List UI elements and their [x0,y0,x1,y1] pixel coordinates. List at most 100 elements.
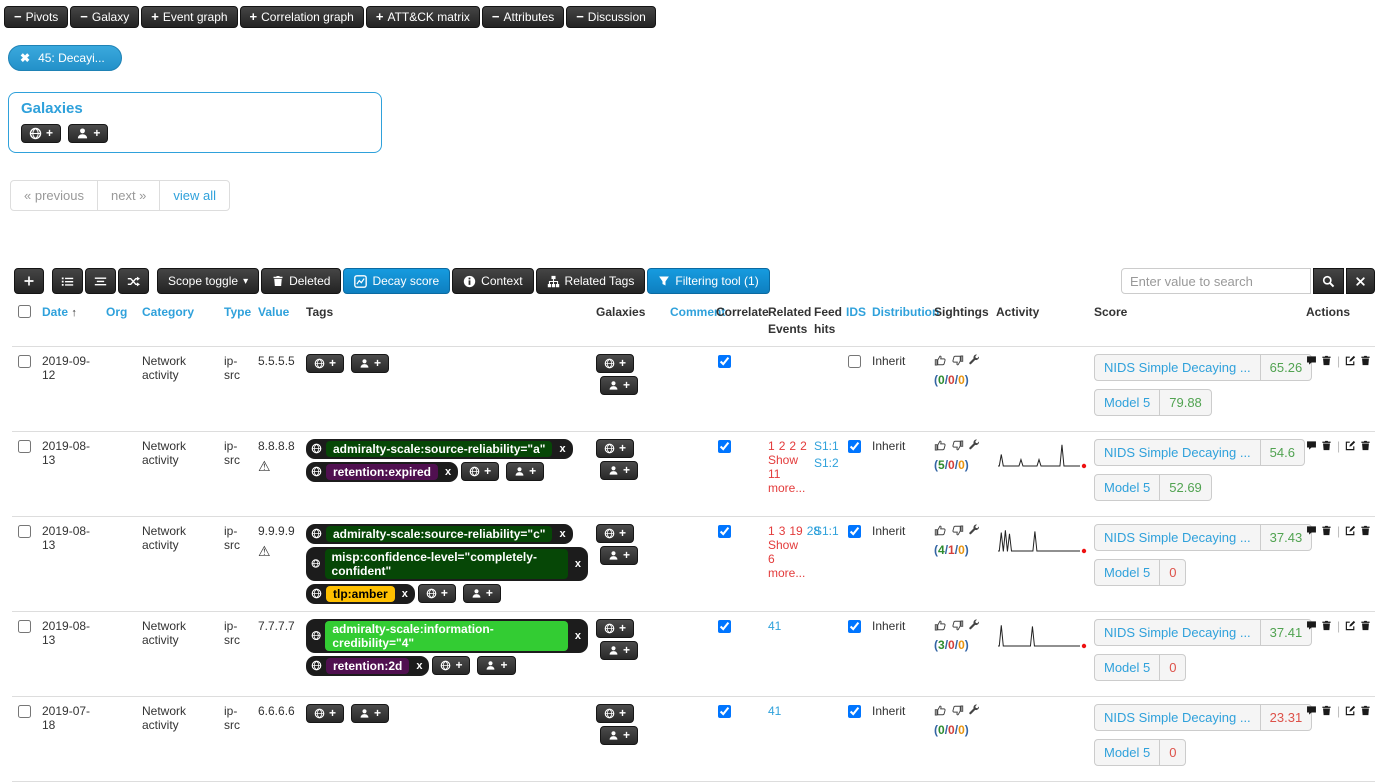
thumbs-up-icon[interactable] [934,439,947,452]
correlate-checkbox[interactable] [718,705,731,718]
feed-hit-link[interactable]: S1:2 [814,456,838,470]
related-event-link[interactable]: 1 [768,524,775,538]
delete-icon[interactable] [1360,354,1371,367]
edit-icon[interactable] [1345,619,1356,632]
add-local-tag-button[interactable]: + [351,354,389,373]
column-header-value[interactable]: Value [254,297,302,346]
related-event-link[interactable]: 41 [768,619,781,633]
previous-page-button[interactable]: « previous [10,180,98,211]
add-tag-button[interactable]: + [306,354,344,373]
tab-event-graph[interactable]: +Event graph [141,6,237,28]
add-tag-button[interactable]: + [461,462,499,481]
column-header-date[interactable]: Date ↑ [38,297,102,346]
clear-search-button[interactable] [1346,268,1375,294]
remove-tag-button[interactable]: x [413,660,425,672]
add-sighting-trash-icon[interactable] [1321,524,1332,537]
column-header-ids[interactable]: IDS [842,297,868,346]
row-select-checkbox[interactable] [18,620,31,633]
add-galaxy-button[interactable]: + [596,439,634,458]
related-event-link[interactable]: 41 [768,704,781,718]
tag-pill[interactable]: tlp:amberx [306,584,415,604]
related-event-link[interactable]: 2 [779,439,786,453]
comment-icon[interactable] [1306,524,1317,537]
thumbs-up-icon[interactable] [934,524,947,537]
add-galaxy-button[interactable]: + [596,354,634,373]
row-select-checkbox[interactable] [18,705,31,718]
add-local-tag-button[interactable]: + [477,656,515,675]
deleted-button[interactable]: Deleted [261,268,341,294]
related-event-link[interactable]: 3 [779,524,786,538]
edit-icon[interactable] [1345,524,1356,537]
related-event-link[interactable]: 2 [800,439,807,453]
column-header-category[interactable]: Category [138,297,220,346]
feed-hit-link[interactable]: S1:1 [814,439,838,453]
related-event-link[interactable]: 2 [789,439,796,453]
related-event-link[interactable]: 19 [789,524,802,538]
tab-pivots[interactable]: −Pivots [4,6,68,28]
shuffle-view-button[interactable] [118,268,149,294]
thumbs-down-icon[interactable] [951,524,964,537]
row-select-checkbox[interactable] [18,440,31,453]
wrench-icon[interactable] [968,439,980,451]
wrench-icon[interactable] [968,354,980,366]
add-galaxy-button[interactable]: + [21,124,61,143]
add-galaxy-button[interactable]: + [596,524,634,543]
tab-galaxy[interactable]: −Galaxy [70,6,139,28]
column-header-type[interactable]: Type [220,297,254,346]
wrench-icon[interactable] [968,619,980,631]
remove-tag-button[interactable]: x [442,466,454,478]
column-header-org[interactable]: Org [102,297,138,346]
add-sighting-trash-icon[interactable] [1321,619,1332,632]
tag-pill[interactable]: retention:expiredx [306,462,458,482]
edit-icon[interactable] [1345,704,1356,717]
remove-tag-button[interactable]: x [556,443,568,455]
thumbs-up-icon[interactable] [934,619,947,632]
ids-checkbox[interactable] [848,620,861,633]
add-local-galaxy-button[interactable]: + [68,124,108,143]
delete-icon[interactable] [1360,619,1371,632]
add-sighting-trash-icon[interactable] [1321,439,1332,452]
comment-icon[interactable] [1306,439,1317,452]
tab-att-ck-matrix[interactable]: +ATT&CK matrix [366,6,480,28]
add-local-galaxy-button[interactable]: + [600,461,638,480]
list-view-button[interactable] [52,268,83,294]
add-local-tag-button[interactable]: + [351,704,389,723]
show-more-link[interactable]: Show 6 more... [768,538,806,580]
add-local-tag-button[interactable]: + [463,584,501,603]
edit-icon[interactable] [1345,439,1356,452]
decay-score-button[interactable]: Decay score [343,268,450,294]
remove-tag-button[interactable]: x [556,528,568,540]
add-local-tag-button[interactable]: + [506,462,544,481]
delete-icon[interactable] [1360,524,1371,537]
ids-checkbox[interactable] [848,525,861,538]
tag-pill[interactable]: admiralty-scale:source-reliability="a"x [306,439,573,459]
correlate-checkbox[interactable] [718,525,731,538]
tab-discussion[interactable]: −Discussion [566,6,656,28]
pivot-pill[interactable]: ✖ 45: Decayi... [8,45,122,71]
tag-pill[interactable]: misp:confidence-level="completely-confid… [306,547,588,581]
remove-tag-button[interactable]: x [572,558,584,570]
wrench-icon[interactable] [968,704,980,716]
add-galaxy-button[interactable]: + [596,704,634,723]
add-local-galaxy-button[interactable]: + [600,376,638,395]
thumbs-down-icon[interactable] [951,619,964,632]
next-page-button[interactable]: next » [97,180,160,211]
column-header-comment[interactable]: Comment [666,297,712,346]
comment-icon[interactable] [1306,704,1317,717]
ids-checkbox[interactable] [848,705,861,718]
thumbs-up-icon[interactable] [934,704,947,717]
tag-pill[interactable]: admiralty-scale:source-reliability="c"x [306,524,573,544]
tag-pill[interactable]: admiralty-scale:information-credibility=… [306,619,588,653]
row-select-checkbox[interactable] [18,525,31,538]
condensed-view-button[interactable] [85,268,116,294]
tag-pill[interactable]: retention:2dx [306,656,429,676]
close-icon[interactable]: ✖ [20,51,30,65]
add-sighting-trash-icon[interactable] [1321,354,1332,367]
add-attribute-button[interactable] [14,268,44,294]
view-all-button[interactable]: view all [159,180,230,211]
add-tag-button[interactable]: + [306,704,344,723]
thumbs-down-icon[interactable] [951,439,964,452]
wrench-icon[interactable] [968,524,980,536]
filtering-tool-button[interactable]: Filtering tool (1) [647,268,769,294]
comment-icon[interactable] [1306,354,1317,367]
